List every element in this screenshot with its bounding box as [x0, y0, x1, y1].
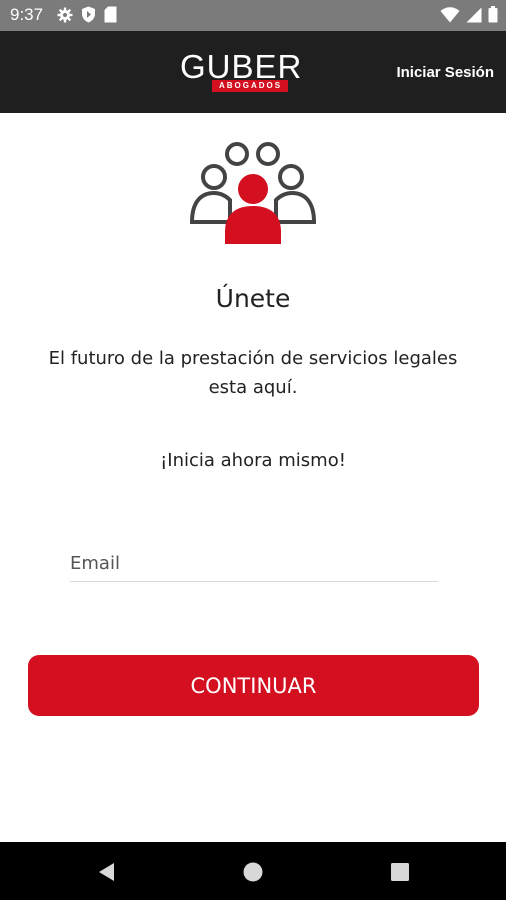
wifi-icon	[440, 6, 460, 27]
status-right-icons	[440, 6, 498, 27]
app-bar: GUBER ABOGADOS Iniciar Sesión	[0, 31, 506, 113]
description-text: El futuro de la prestación de servicios …	[48, 348, 458, 398]
back-icon[interactable]	[95, 860, 119, 884]
status-left-icons	[57, 6, 117, 27]
email-field	[70, 545, 438, 582]
status-bar: 9:37	[0, 0, 506, 31]
shield-icon	[81, 6, 96, 27]
status-time: 9:37	[10, 5, 44, 24]
group-people-icon	[188, 140, 318, 246]
gear-icon	[57, 7, 73, 27]
battery-icon	[488, 6, 498, 27]
page-title: Únete	[215, 284, 291, 313]
continue-button[interactable]: CONTINUAR	[28, 655, 479, 716]
logo: GUBER ABOGADOS	[180, 49, 306, 95]
email-input[interactable]	[70, 547, 438, 579]
recents-icon[interactable]	[388, 860, 412, 884]
signal-icon	[466, 7, 482, 27]
navigation-bar	[0, 842, 506, 900]
login-link[interactable]: Iniciar Sesión	[396, 64, 494, 81]
cta-text: ¡Inicia ahora mismo!	[160, 450, 346, 471]
screen: 9:37 GUBER ABOGADOS Iniciar Sesión Únete…	[0, 0, 506, 900]
logo-subtext: ABOGADOS	[212, 80, 289, 92]
home-icon[interactable]	[241, 860, 265, 884]
sd-card-icon	[104, 6, 117, 27]
